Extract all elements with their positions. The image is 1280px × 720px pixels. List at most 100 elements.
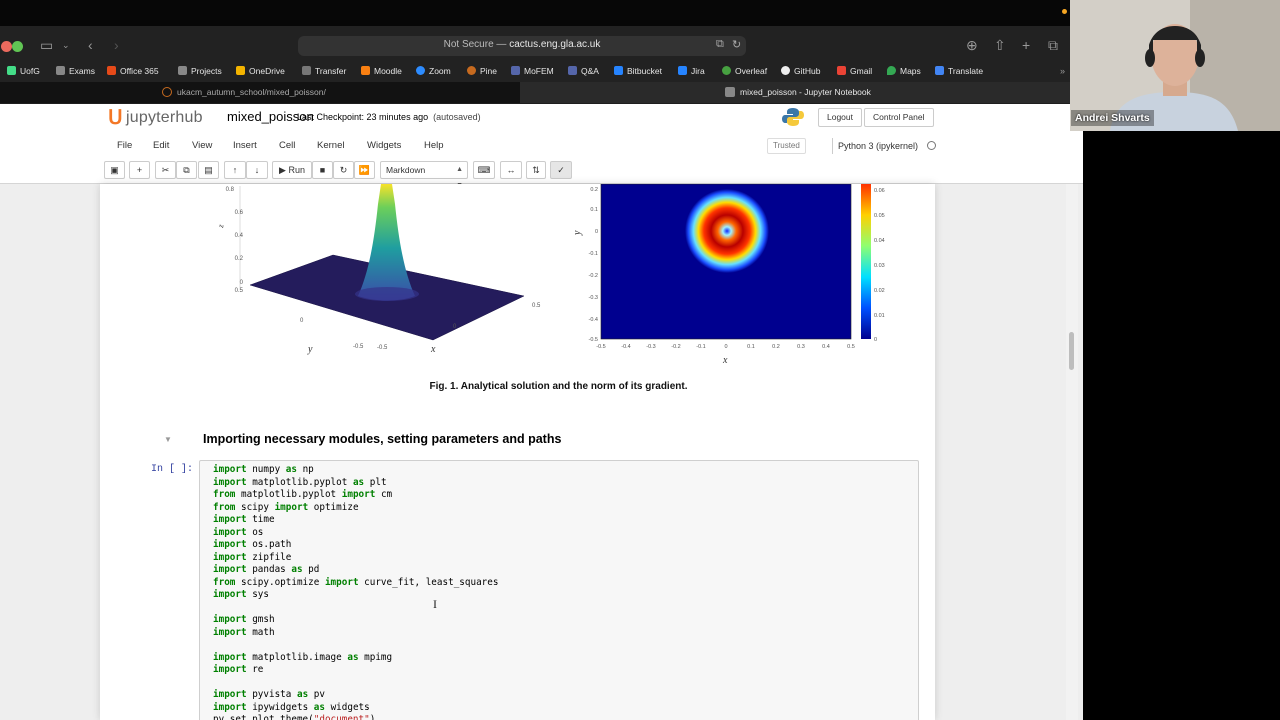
code-editor[interactable]: import numpy as np import matplotlib.pypl… xyxy=(213,464,498,720)
favorite-translate[interactable]: Translate xyxy=(935,66,983,76)
forward-icon[interactable]: › xyxy=(114,36,119,54)
code-keyword: import xyxy=(324,576,359,588)
code-keyword: as xyxy=(313,701,325,713)
overleaf-icon xyxy=(722,66,731,75)
favorite-exams[interactable]: Exams xyxy=(56,66,95,76)
cell-type-select[interactable]: Markdown▲▼ xyxy=(380,161,468,189)
z-tick-0-2: 0.2 xyxy=(235,256,244,262)
favorite-office-365[interactable]: Office 365 xyxy=(107,66,159,76)
hm-x-tick: -0.3 xyxy=(646,344,655,350)
hm-x-tick: -0.4 xyxy=(621,344,630,350)
code-token: ipywidgets xyxy=(246,701,314,713)
tab-directory[interactable]: ukacm_autumn_school/mixed_poisson/ xyxy=(0,82,520,103)
hm-x-tick: -0.2 xyxy=(671,344,680,350)
tab-bar: ukacm_autumn_school/mixed_poisson/ mixed… xyxy=(0,82,1070,103)
menu-kernel[interactable]: Kernel xyxy=(317,140,344,151)
favorite-overleaf[interactable]: Overleaf xyxy=(722,66,767,76)
save-icon[interactable]: ▣ xyxy=(104,161,125,179)
code-token: np xyxy=(296,464,314,475)
new-tab-icon[interactable]: + xyxy=(1022,36,1030,54)
reload-icon[interactable]: ↻ xyxy=(732,38,741,51)
close-window-button[interactable] xyxy=(1,41,12,52)
arrows-icon[interactable]: ↔ xyxy=(500,161,522,179)
code-token: pd xyxy=(302,564,320,575)
code-line: pv.set_plot_theme("document") xyxy=(213,714,498,720)
code-line: import os.path xyxy=(213,539,498,552)
favorite-moodle[interactable]: Moodle xyxy=(361,66,402,76)
chevron-right-icon[interactable]: » xyxy=(1060,66,1065,76)
translate-icon[interactable]: ⧉ xyxy=(716,38,724,51)
hm-y-tick: -0.5 xyxy=(589,337,598,343)
menu-view[interactable]: View xyxy=(192,140,212,151)
favorite-jira[interactable]: Jira xyxy=(678,66,705,76)
sort-icon[interactable]: ⇅ xyxy=(526,161,546,179)
keyboard-icon[interactable]: ⌨ xyxy=(473,161,495,179)
copy-icon[interactable]: ⧉ xyxy=(176,161,197,179)
run-button[interactable]: ▶ Run xyxy=(272,161,312,179)
favorite-zoom[interactable]: Zoom xyxy=(416,66,451,76)
logout-button[interactable]: Logout xyxy=(818,108,862,127)
collapse-heading-icon[interactable]: ▼ xyxy=(164,435,172,444)
tab-overview-icon[interactable]: ⧉ xyxy=(1048,36,1058,54)
check-icon[interactable]: ✓ xyxy=(550,161,572,179)
code-token: "document" xyxy=(313,714,370,720)
cut-icon[interactable]: ✂ xyxy=(155,161,176,179)
paste-icon[interactable]: ▤ xyxy=(198,161,219,179)
translate-icon xyxy=(935,66,944,75)
hm-y-tick: -0.1 xyxy=(589,251,598,257)
code-keyword: as xyxy=(352,476,365,488)
fast-forward-icon[interactable]: ⏩ xyxy=(354,161,375,179)
code-keyword: from xyxy=(213,501,236,513)
favorite-github[interactable]: GitHub xyxy=(781,66,820,76)
hm-x-axis-label: x xyxy=(722,355,728,366)
code-token: curve_fit, least_squares xyxy=(358,576,499,588)
heatmap-ring xyxy=(685,189,769,273)
folder-icon xyxy=(178,66,187,75)
menu-cell[interactable]: Cell xyxy=(279,140,295,151)
back-icon[interactable]: ‹ xyxy=(88,36,93,54)
cell-type-value: Markdown xyxy=(386,165,426,175)
favorite-transfer[interactable]: Transfer xyxy=(302,66,346,76)
favorite-bitbucket[interactable]: Bitbucket xyxy=(614,66,662,76)
code-keyword: as xyxy=(285,464,297,475)
restart-icon[interactable]: ↻ xyxy=(333,161,354,179)
x-tick-0-5: 0.5 xyxy=(532,303,541,309)
code-token: numpy xyxy=(246,464,286,475)
z-tick-0-8: 0.8 xyxy=(226,187,235,193)
code-keyword: import xyxy=(274,501,309,513)
download-icon[interactable]: ⊕ xyxy=(966,36,978,54)
figure-caption: Fig. 1. Analytical solution and the norm… xyxy=(429,381,688,392)
share-icon[interactable]: ⇧ xyxy=(994,36,1006,54)
favorite-maps[interactable]: Maps xyxy=(887,66,921,76)
control-panel-button[interactable]: Control Panel xyxy=(864,108,934,127)
zoom-window-button[interactable] xyxy=(12,41,23,52)
favorite-uofg[interactable]: UofG xyxy=(7,66,40,76)
code-line: import matplotlib.image as mpimg xyxy=(213,652,498,665)
insert-cell-icon[interactable]: + xyxy=(129,161,150,179)
menu-edit[interactable]: Edit xyxy=(153,140,169,151)
participant-name: Andrei Shvarts xyxy=(1071,110,1154,126)
favorite-onedrive[interactable]: OneDrive xyxy=(236,66,285,76)
stop-icon[interactable]: ■ xyxy=(312,161,333,179)
menu-widgets[interactable]: Widgets xyxy=(367,140,401,151)
menu-help[interactable]: Help xyxy=(424,140,444,151)
address-bar[interactable]: Not Secure — cactus.eng.gla.ac.uk ⧉ ↻ xyxy=(298,36,746,56)
favorite-pine[interactable]: Pine xyxy=(467,66,497,76)
scrollbar-thumb[interactable] xyxy=(1069,332,1074,370)
favorite-qa[interactable]: Q&A xyxy=(568,66,599,76)
scrollbar[interactable] xyxy=(1066,184,1078,720)
menu-insert[interactable]: Insert xyxy=(233,140,257,151)
kernel-status-icon xyxy=(927,141,936,150)
favorite-mofem[interactable]: MoFEM xyxy=(511,66,554,76)
chevron-down-icon[interactable]: ⌄ xyxy=(62,36,70,54)
jupyterhub-logo[interactable]: ᑌ jupyterhub xyxy=(108,107,218,129)
favorite-projects[interactable]: Projects xyxy=(178,66,222,76)
sidebar-icon[interactable]: ▭ xyxy=(40,36,53,54)
kernel-indicator[interactable]: Python 3 (ipykernel) xyxy=(832,138,923,154)
tab-notebook[interactable]: mixed_poisson - Jupyter Notebook xyxy=(520,82,1070,103)
move-up-icon[interactable]: ↑ xyxy=(224,161,246,179)
move-down-icon[interactable]: ↓ xyxy=(246,161,268,179)
menu-file[interactable]: File xyxy=(117,140,132,151)
favorite-gmail[interactable]: Gmail xyxy=(837,66,872,76)
trusted-indicator[interactable]: Trusted xyxy=(767,138,806,154)
